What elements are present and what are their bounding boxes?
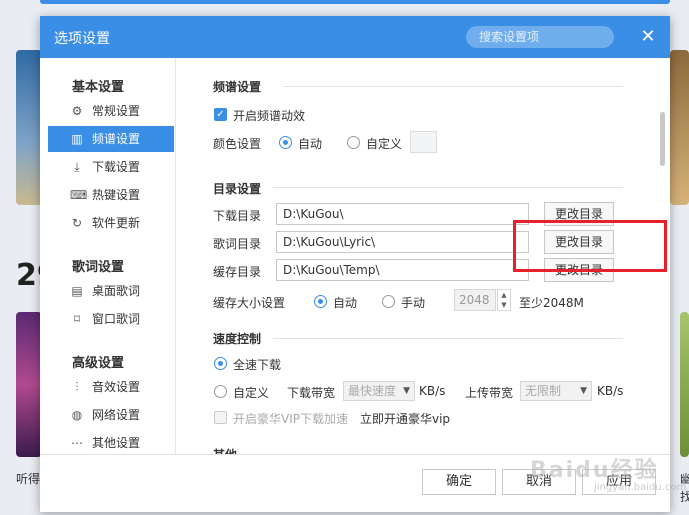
color-swatch[interactable] — [410, 131, 437, 153]
download-unit-label: KB/s — [419, 384, 446, 398]
vip-accel-checkbox[interactable] — [214, 411, 227, 424]
sidebar-item-spectrum[interactable]: ▥ 频谱设置 — [48, 126, 174, 152]
cache-size-label: 缓存大小设置 — [213, 296, 286, 310]
section-divider — [283, 86, 623, 87]
dialog-title: 选项设置 — [54, 31, 110, 47]
background-album-tile — [16, 50, 42, 205]
sidebar-item-other[interactable]: ⋯ 其他设置 — [48, 430, 174, 456]
sidebar-item-download[interactable]: ⤓ 下载设置 — [48, 154, 174, 180]
custom-speed-radio[interactable] — [214, 385, 227, 398]
chevron-down-icon: ▼ — [580, 386, 587, 396]
section-divider — [273, 187, 623, 188]
content-scrollbar[interactable] — [660, 112, 665, 166]
update-icon: ↻ — [71, 216, 83, 230]
watermark-url: jingyan.baidu.com — [594, 482, 687, 493]
section-divider — [273, 338, 623, 339]
spectrum-enable-label: 开启频谱动效 — [233, 109, 306, 123]
section-title-spectrum: 频谱设置 — [213, 80, 262, 94]
sidebar-item-general[interactable]: ⚙ 常规设置 — [48, 98, 174, 124]
cache-size-stepper[interactable]: ▲ ▼ — [497, 289, 511, 311]
sidebar-item-label: 网络设置 — [92, 408, 141, 422]
download-dir-label: 下载目录 — [213, 209, 262, 223]
sidebar-item-label: 桌面歌词 — [92, 284, 141, 298]
sidebar-group-advanced: 高级设置 — [72, 356, 125, 371]
sidebar-item-desktop-lyric[interactable]: ▤ 桌面歌词 — [48, 278, 174, 304]
sidebar-item-label: 热键设置 — [92, 188, 141, 202]
sidebar-item-label: 其他设置 — [92, 436, 141, 450]
window-lyric-icon: ⌑ — [73, 312, 81, 326]
cache-manual-label: 手动 — [401, 296, 426, 310]
globe-icon: ◍ — [71, 408, 83, 422]
close-icon[interactable]: ✕ — [638, 27, 658, 47]
color-auto-label: 自动 — [298, 137, 323, 151]
sidebar-item-hotkey[interactable]: ⌨ 热键设置 — [48, 182, 174, 208]
sidebar-group-lyric: 歌词设置 — [72, 260, 125, 275]
cache-manual-radio[interactable] — [382, 295, 395, 308]
sidebar-item-label: 窗口歌词 — [92, 312, 141, 326]
upload-unit-label: KB/s — [597, 384, 624, 398]
more-icon: ⋯ — [71, 436, 83, 450]
cache-auto-radio[interactable] — [314, 295, 327, 308]
section-title-directory: 目录设置 — [213, 182, 262, 196]
settings-sidebar: 基本设置 ⚙ 常规设置 ▥ 频谱设置 ⤓ 下载设置 ⌨ 热键设置 ↻ 软件更新 歌词设置 … — [40, 58, 176, 454]
lyric-dir-input[interactable]: D:\KuGou\Lyric\ — [276, 231, 529, 253]
spectrum-enable-checkbox[interactable]: ✓ — [214, 108, 227, 121]
lyric-dir-label: 歌词目录 — [213, 237, 262, 251]
cache-dir-input[interactable]: D:\KuGou\Temp\ — [276, 259, 529, 281]
background-topbar — [40, 0, 670, 4]
color-custom-radio[interactable] — [347, 136, 360, 149]
vip-accel-label: 开启豪华VIP下载加速 — [233, 412, 348, 426]
sidebar-item-label: 软件更新 — [92, 216, 141, 230]
sidebar-item-label: 音效设置 — [92, 380, 141, 394]
highlight-annotation-box — [513, 220, 667, 272]
equalizer-icon: ⫶ — [75, 380, 79, 394]
sidebar-group-basic: 基本设置 — [72, 80, 125, 95]
sidebar-item-update[interactable]: ↻ 软件更新 — [48, 210, 174, 236]
keyboard-icon: ⌨ — [70, 188, 88, 202]
sidebar-item-window-lyric[interactable]: ⌑ 窗口歌词 — [48, 306, 174, 332]
section-title-speed: 速度控制 — [213, 332, 262, 346]
chevron-down-icon: ▼ — [403, 386, 410, 396]
color-auto-radio[interactable] — [279, 136, 292, 149]
section-title-other: 其他 — [213, 446, 237, 454]
download-bandwidth-label: 下载带宽 — [287, 386, 336, 400]
sidebar-item-network[interactable]: ◍ 网络设置 — [48, 402, 174, 428]
sidebar-item-label: 频谱设置 — [92, 132, 141, 146]
watermark: Baidu经验 — [530, 458, 659, 483]
color-setting-label: 颜色设置 — [213, 137, 262, 151]
cache-dir-label: 缓存目录 — [213, 265, 262, 279]
cache-min-note: 至少2048M — [519, 296, 584, 310]
download-icon: ⤓ — [74, 160, 80, 174]
download-dir-input[interactable]: D:\KuGou\ — [276, 203, 529, 225]
background-album-tile — [16, 312, 42, 457]
settings-search-input[interactable]: 搜索设置项 — [466, 26, 614, 48]
gear-icon: ⚙ — [71, 104, 83, 118]
full-speed-radio[interactable] — [214, 357, 227, 370]
desktop-lyric-icon: ▤ — [71, 284, 83, 298]
upload-bandwidth-select[interactable]: 无限制 ▼ — [520, 381, 592, 401]
background-text: 听得 — [16, 472, 41, 486]
spectrum-icon: ▥ — [71, 132, 83, 146]
cache-auto-label: 自动 — [333, 296, 358, 310]
upload-bandwidth-value: 无限制 — [525, 384, 562, 398]
cache-size-input[interactable]: 2048 — [454, 289, 496, 311]
background-album-tile — [670, 50, 689, 205]
custom-speed-label: 自定义 — [233, 386, 270, 400]
full-speed-label: 全速下载 — [233, 358, 282, 372]
sidebar-item-label: 常规设置 — [92, 104, 141, 118]
sidebar-item-sound-effect[interactable]: ⫶ 音效设置 — [48, 374, 174, 400]
sidebar-item-label: 下载设置 — [92, 160, 141, 174]
upload-bandwidth-label: 上传带宽 — [465, 386, 514, 400]
color-custom-label: 自定义 — [366, 137, 403, 151]
dialog-titlebar[interactable]: 选项设置 搜索设置项 ✕ — [40, 16, 670, 58]
download-bandwidth-value: 最快速度 — [348, 384, 397, 398]
ok-button[interactable]: 确定 — [422, 469, 496, 495]
vip-open-link[interactable]: 立即开通豪华vip — [360, 410, 450, 427]
download-bandwidth-select[interactable]: 最快速度 ▼ — [343, 381, 415, 401]
background-album-tile — [680, 312, 689, 457]
